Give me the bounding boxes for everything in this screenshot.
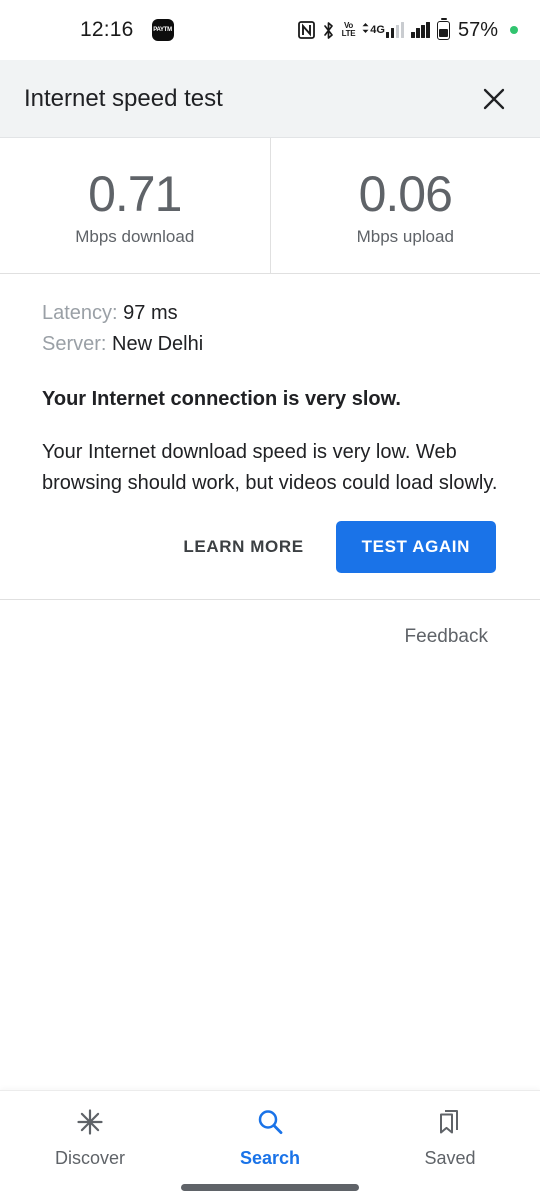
close-icon[interactable] [472, 77, 516, 121]
search-magnifier-icon [255, 1107, 285, 1142]
nav-label-discover: Discover [54, 1147, 125, 1168]
upload-result: 0.06 Mbps upload [271, 138, 540, 273]
bottom-navigation-bar: Discover Search Saved [0, 1090, 540, 1200]
action-buttons: LEARN MORE TEST AGAIN [0, 499, 540, 599]
feedback-row: Feedback [0, 600, 540, 648]
server-row: Server: New Delhi [42, 329, 498, 360]
nfc-icon [297, 21, 315, 39]
upload-label: Mbps upload [356, 226, 454, 246]
notification-icons: PAYTM [151, 19, 174, 41]
description-text: Your Internet download speed is very low… [42, 440, 498, 494]
home-gesture-bar[interactable] [181, 1184, 359, 1191]
server-label: Server: [42, 332, 107, 355]
upload-value: 0.06 [358, 166, 453, 222]
download-value: 0.71 [88, 166, 182, 222]
bluetooth-icon [322, 21, 335, 40]
latency-label: Latency: [42, 301, 118, 324]
signal-bars-icon [411, 22, 430, 38]
nav-item-saved[interactable]: Saved [360, 1107, 540, 1169]
server-value: New Delhi [112, 332, 204, 355]
volte-icon: Vo LTE [341, 21, 356, 38]
download-label: Mbps download [75, 226, 195, 246]
download-result: 0.71 Mbps download [0, 138, 271, 273]
verdict-text: Your Internet connection is very slow. [42, 387, 401, 410]
battery-icon [436, 18, 450, 40]
details-section: Latency: 97 ms Server: New Delhi Your In… [0, 274, 540, 499]
test-again-button[interactable]: TEST AGAIN [335, 520, 496, 573]
speed-results: 0.71 Mbps download 0.06 Mbps upload [0, 138, 540, 274]
nav-label-search: Search [239, 1147, 301, 1168]
nav-item-search[interactable]: Search [180, 1107, 360, 1169]
status-bar: 12:16 PAYTM Vo LTE 4G 57% [0, 0, 540, 60]
status-bar-system-icons: Vo LTE 4G 57% [297, 18, 518, 42]
4g-signal-icon: 4G [362, 22, 405, 38]
feedback-link[interactable]: Feedback [405, 626, 488, 647]
page-title: Internet speed test [24, 84, 223, 112]
status-bar-clock: 12:16 [80, 18, 134, 41]
nav-item-discover[interactable]: Discover [0, 1107, 180, 1169]
discover-asterisk-icon [75, 1107, 105, 1142]
battery-percent-label: 57% [457, 18, 498, 41]
saved-bookmark-icon [435, 1107, 465, 1142]
learn-more-button[interactable]: LEARN MORE [165, 525, 321, 569]
nav-label-saved: Saved [424, 1147, 476, 1168]
phone-screen: 12:16 PAYTM Vo LTE 4G 57% Internet speed… [0, 0, 540, 1200]
latency-row: Latency: 97 ms [42, 298, 498, 329]
app-header: Internet speed test [0, 60, 540, 138]
latency-value: 97 ms [123, 301, 178, 324]
paytm-app-icon: PAYTM [151, 19, 174, 41]
recording-indicator-dot [510, 26, 518, 34]
